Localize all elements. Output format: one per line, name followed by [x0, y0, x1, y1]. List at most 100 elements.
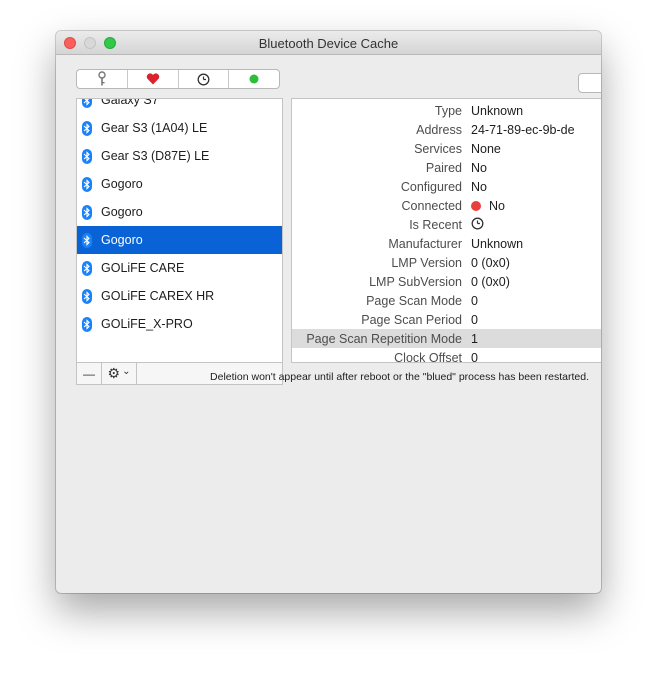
property-value: 0 [471, 293, 478, 308]
device-name: Gogoro [101, 177, 143, 191]
property-row: Paired No [292, 158, 601, 177]
bluetooth-icon [82, 204, 92, 220]
property-value-container: No [471, 180, 487, 194]
property-row: Configured No [292, 177, 601, 196]
bluetooth-icon [82, 316, 92, 332]
property-row: Address 24-71-89-ec-9b-de [292, 120, 601, 139]
bluetooth-icon [82, 148, 92, 164]
app-window: Bluetooth Device Cache Galaxy S7 Gear S3… [56, 31, 601, 593]
device-list-item[interactable]: Gogoro [77, 198, 282, 226]
property-label: Connected [401, 198, 462, 213]
segment-connected[interactable] [229, 70, 279, 88]
property-label: Manufacturer [388, 236, 462, 251]
bluetooth-icon [82, 260, 92, 276]
device-name: Gogoro [101, 233, 143, 247]
device-list-item[interactable]: GOLiFE_X-PRO [77, 310, 282, 338]
property-row: Type Unknown [292, 101, 601, 120]
property-value: Unknown [471, 236, 524, 251]
property-label: Page Scan Period [361, 312, 462, 327]
property-value-container: 0 [471, 294, 478, 308]
clock-icon [197, 73, 210, 85]
property-value-container: No [471, 161, 487, 175]
segment-favorites[interactable] [128, 70, 179, 88]
window-title: Bluetooth Device Cache [258, 36, 399, 51]
property-label: Clock Offset [394, 350, 462, 363]
heart-icon [146, 73, 159, 85]
bluetooth-icon [82, 288, 92, 304]
property-value: 0 (0x0) [471, 274, 510, 289]
property-value: 0 [471, 312, 478, 327]
property-row: Page Scan Period 0 [292, 310, 601, 329]
property-value-container: 0 (0x0) [471, 256, 510, 270]
device-list-item[interactable]: GOLiFE CAREX HR [77, 282, 282, 310]
green-dot-icon [249, 74, 259, 84]
deletion-footnote: Deletion won't appear until after reboot… [210, 371, 589, 383]
device-list: Galaxy S7 Gear S3 (1A04) LE Gear S3 (D87E)… [76, 98, 283, 363]
device-name: Gear S3 (D87E) LE [101, 149, 210, 163]
title-bar: Bluetooth Device Cache [56, 31, 601, 55]
device-list-item[interactable]: GOLiFE CARE [77, 254, 282, 282]
device-name: Gogoro [101, 205, 143, 219]
property-value: 1 [471, 331, 478, 346]
clock-icon [471, 217, 484, 233]
property-value: Unknown [471, 103, 524, 118]
property-value-container: 1 [471, 332, 478, 346]
segment-key[interactable] [77, 70, 128, 88]
property-value-container: 0 [471, 350, 478, 363]
property-value: 24-71-89-ec-9b-de [471, 122, 575, 137]
property-label: Is Recent [409, 217, 462, 232]
bluetooth-icon [82, 120, 92, 136]
property-value-container [471, 217, 484, 233]
property-label: Address [416, 122, 462, 137]
property-value-container: None [471, 142, 501, 156]
device-name: GOLiFE CARE [101, 261, 185, 275]
device-name: Gear S3 (1A04) LE [101, 121, 208, 135]
property-row: Is Recent [292, 215, 601, 234]
red-dot-icon [471, 200, 481, 211]
property-label: LMP SubVersion [369, 274, 462, 289]
property-value-container: Unknown [471, 237, 523, 251]
property-label: Page Scan Repetition Mode [306, 331, 462, 346]
device-list-item[interactable]: Gear S3 (1A04) LE [77, 114, 282, 142]
property-value: No [471, 179, 487, 194]
search-field[interactable] [578, 73, 601, 93]
property-value: None [471, 141, 501, 156]
device-name: Galaxy S7 [101, 98, 159, 107]
key-icon [98, 71, 106, 86]
property-row: Clock Offset 0 [292, 348, 601, 363]
toolbar-segmented-control [76, 69, 280, 89]
property-value: 0 [471, 350, 478, 363]
property-label: Configured [400, 179, 462, 194]
property-label: Page Scan Mode [366, 293, 462, 308]
property-label: LMP Version [391, 255, 462, 270]
property-row: LMP SubVersion 0 (0x0) [292, 272, 601, 291]
device-list-item[interactable]: Gogoro [77, 170, 282, 198]
property-row: Page Scan Repetition Mode 1 [292, 329, 601, 348]
property-label: Paired [425, 160, 462, 175]
property-row: Manufacturer Unknown [292, 234, 601, 253]
device-details: Type Unknown Address 24-71-89-ec-9b-de Servi… [291, 98, 601, 363]
bluetooth-icon [82, 99, 92, 108]
property-row: Connected No [292, 196, 601, 215]
device-list-item[interactable]: Gogoro [77, 226, 282, 254]
property-value-container: No [471, 199, 505, 213]
property-value: No [471, 160, 487, 175]
property-label: Type [434, 103, 462, 118]
bluetooth-icon [82, 232, 92, 248]
property-row: Page Scan Mode 0 [292, 291, 601, 310]
property-label: Services [414, 141, 462, 156]
property-value-container: Unknown [471, 104, 523, 118]
device-list-item[interactable]: Gear S3 (D87E) LE [77, 142, 282, 170]
property-value: 0 (0x0) [471, 255, 510, 270]
segment-recent[interactable] [179, 70, 230, 88]
device-name: GOLiFE CAREX HR [101, 289, 215, 303]
property-row: Services None [292, 139, 601, 158]
property-value-container: 24-71-89-ec-9b-de [471, 123, 575, 137]
property-value-container: 0 (0x0) [471, 275, 510, 289]
property-value-container: 0 [471, 313, 478, 327]
device-list-item[interactable]: Galaxy S7 [77, 98, 282, 114]
property-row: LMP Version 0 (0x0) [292, 253, 601, 272]
device-name: GOLiFE_X-PRO [101, 317, 193, 331]
property-value: No [489, 198, 505, 213]
bluetooth-icon [82, 176, 92, 192]
